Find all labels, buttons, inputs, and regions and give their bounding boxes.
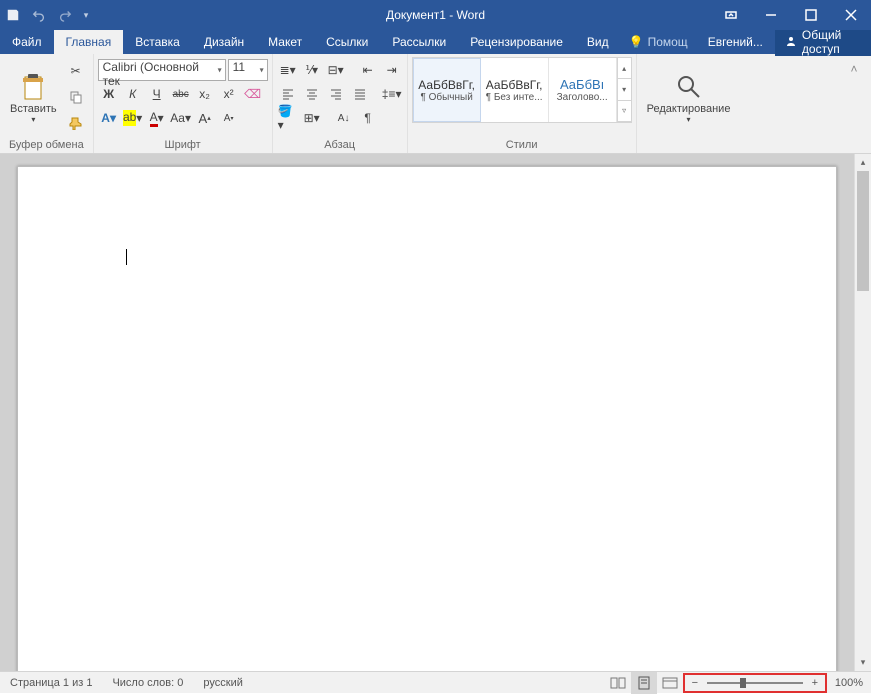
multilevel-button[interactable]: ⊟▾ bbox=[325, 59, 347, 81]
justify-button[interactable] bbox=[349, 83, 371, 105]
save-icon[interactable] bbox=[0, 0, 26, 30]
scroll-up-icon[interactable]: ▴ bbox=[855, 154, 871, 171]
tab-view[interactable]: Вид bbox=[575, 30, 621, 54]
maximize-icon[interactable] bbox=[791, 0, 831, 30]
align-left-button[interactable] bbox=[277, 83, 299, 105]
font-color-button[interactable]: A▾ bbox=[146, 107, 168, 129]
zoom-out-button[interactable]: − bbox=[687, 677, 703, 689]
quick-access-toolbar: ▾ bbox=[0, 0, 94, 30]
tab-design[interactable]: Дизайн bbox=[192, 30, 256, 54]
paste-button[interactable]: Вставить ▾ bbox=[4, 57, 63, 137]
group-font: Calibri (Основной тек▾ 11▾ Ж К Ч abc x₂ … bbox=[94, 54, 273, 153]
language-status[interactable]: русский bbox=[193, 677, 252, 689]
group-styles: АаБбВвГг, ¶ Обычный АаБбВвГг, ¶ Без инте… bbox=[408, 54, 637, 153]
read-mode-icon[interactable] bbox=[605, 672, 631, 694]
show-marks-button[interactable]: ¶ bbox=[357, 107, 379, 129]
shrink-font-button[interactable]: A▾ bbox=[218, 107, 240, 129]
share-icon bbox=[785, 35, 797, 50]
decrease-indent-button[interactable]: ⇤ bbox=[357, 59, 379, 81]
clear-format-button[interactable]: ⌫ bbox=[242, 83, 264, 105]
collapse-ribbon-icon[interactable]: ˄ bbox=[843, 58, 865, 80]
print-layout-icon[interactable] bbox=[631, 672, 657, 694]
editing-button[interactable]: Редактирование ▾ bbox=[641, 57, 737, 137]
zoom-slider[interactable] bbox=[707, 682, 803, 684]
tab-review[interactable]: Рецензирование bbox=[458, 30, 575, 54]
document-area: ▴ ▾ bbox=[0, 154, 871, 671]
italic-button[interactable]: К bbox=[122, 83, 144, 105]
align-right-button[interactable] bbox=[325, 83, 347, 105]
tab-insert[interactable]: Вставка bbox=[123, 30, 192, 54]
line-spacing-button[interactable]: ‡≡▾ bbox=[381, 83, 403, 105]
scroll-thumb[interactable] bbox=[857, 171, 869, 291]
ribbon: Вставить ▾ ✂ Буфер обмена Calibri (Основ… bbox=[0, 54, 871, 154]
group-label-paragraph: Абзац bbox=[277, 137, 403, 153]
format-painter-icon[interactable] bbox=[65, 112, 87, 134]
align-center-button[interactable] bbox=[301, 83, 323, 105]
font-size-select[interactable]: 11▾ bbox=[228, 59, 268, 81]
sort-button[interactable]: A↓ bbox=[333, 107, 355, 129]
tab-layout[interactable]: Макет bbox=[256, 30, 314, 54]
paste-label: Вставить bbox=[10, 103, 57, 115]
numbering-button[interactable]: ⅟▾ bbox=[301, 59, 323, 81]
ribbon-options-icon[interactable] bbox=[711, 0, 751, 30]
redo-icon[interactable] bbox=[52, 0, 78, 30]
tell-me-label: Помощ bbox=[648, 35, 688, 49]
style-heading1[interactable]: АаБбВı Заголово... bbox=[549, 58, 617, 122]
user-name[interactable]: Евгений... bbox=[696, 35, 775, 49]
tab-references[interactable]: Ссылки bbox=[314, 30, 380, 54]
styles-gallery[interactable]: АаБбВвГг, ¶ Обычный АаБбВвГг, ¶ Без инте… bbox=[412, 57, 632, 123]
gallery-scroll[interactable]: ▴▾▿ bbox=[617, 58, 631, 122]
qat-customize-icon[interactable]: ▾ bbox=[78, 0, 94, 30]
zoom-in-button[interactable]: + bbox=[807, 677, 823, 689]
zoom-control: − + bbox=[683, 673, 827, 693]
window-title: Документ1 - Word bbox=[386, 8, 485, 22]
group-label-styles: Стили bbox=[412, 137, 632, 153]
cut-icon[interactable]: ✂ bbox=[65, 60, 87, 82]
group-editing: Редактирование ▾ bbox=[637, 54, 741, 153]
minimize-icon[interactable] bbox=[751, 0, 791, 30]
superscript-button[interactable]: x² bbox=[218, 83, 240, 105]
share-label: Общий доступ bbox=[802, 28, 861, 56]
borders-button[interactable]: ⊞▾ bbox=[301, 107, 323, 129]
bullets-button[interactable]: ≣▾ bbox=[277, 59, 299, 81]
scroll-down-icon[interactable]: ▾ bbox=[855, 654, 871, 671]
status-bar: Страница 1 из 1 Число слов: 0 русский − … bbox=[0, 671, 871, 693]
vertical-scrollbar[interactable]: ▴ ▾ bbox=[854, 154, 871, 671]
word-count[interactable]: Число слов: 0 bbox=[102, 677, 193, 689]
style-no-spacing[interactable]: АаБбВвГг, ¶ Без инте... bbox=[481, 58, 549, 122]
web-layout-icon[interactable] bbox=[657, 672, 683, 694]
undo-icon[interactable] bbox=[26, 0, 52, 30]
change-case-button[interactable]: Aa▾ bbox=[170, 107, 192, 129]
highlight-button[interactable]: ab▾ bbox=[122, 107, 144, 129]
grow-font-button[interactable]: A▴ bbox=[194, 107, 216, 129]
tab-home[interactable]: Главная bbox=[54, 30, 124, 54]
close-icon[interactable] bbox=[831, 0, 871, 30]
style-normal[interactable]: АаБбВвГг, ¶ Обычный bbox=[413, 58, 481, 122]
font-name-select[interactable]: Calibri (Основной тек▾ bbox=[98, 59, 226, 81]
group-clipboard: Вставить ▾ ✂ Буфер обмена bbox=[0, 54, 94, 153]
page-status[interactable]: Страница 1 из 1 bbox=[0, 677, 102, 689]
tab-mailings[interactable]: Рассылки bbox=[380, 30, 458, 54]
zoom-value[interactable]: 100% bbox=[827, 677, 871, 689]
zoom-thumb[interactable] bbox=[740, 678, 746, 688]
group-label-clipboard: Буфер обмена bbox=[4, 137, 89, 153]
text-effects-button[interactable]: A▾ bbox=[98, 107, 120, 129]
group-label-font: Шрифт bbox=[98, 137, 268, 153]
bulb-icon: 💡 bbox=[629, 35, 644, 49]
subscript-button[interactable]: x₂ bbox=[194, 83, 216, 105]
title-bar: ▾ Документ1 - Word bbox=[0, 0, 871, 30]
increase-indent-button[interactable]: ⇥ bbox=[381, 59, 403, 81]
page[interactable] bbox=[17, 166, 837, 683]
strike-button[interactable]: abc bbox=[170, 83, 192, 105]
ribbon-tabs: Файл Главная Вставка Дизайн Макет Ссылки… bbox=[0, 30, 871, 54]
underline-button[interactable]: Ч bbox=[146, 83, 168, 105]
tab-file[interactable]: Файл bbox=[0, 30, 54, 54]
text-cursor bbox=[126, 249, 127, 265]
copy-icon[interactable] bbox=[65, 86, 87, 108]
group-paragraph: ≣▾ ⅟▾ ⊟▾ ⇤ ⇥ ‡≡▾ 🪣▾ ⊞▾ A↓ ¶ bbox=[273, 54, 408, 153]
share-button[interactable]: Общий доступ bbox=[775, 28, 871, 56]
tell-me[interactable]: 💡 Помощ bbox=[621, 35, 696, 49]
shading-button[interactable]: 🪣▾ bbox=[277, 107, 299, 129]
editing-label: Редактирование bbox=[647, 103, 731, 115]
